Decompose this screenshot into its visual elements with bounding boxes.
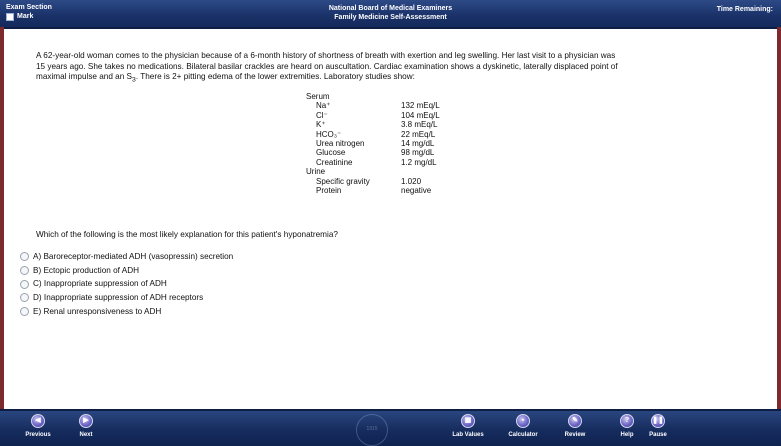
pause-icon[interactable]: ❚❚ <box>651 414 665 428</box>
option-text[interactable]: Baroreceptor-mediated ADH (vasopressin) … <box>43 250 233 264</box>
lab-name: Specific gravity <box>316 176 370 186</box>
stem-line-2: 15 years ago. She takes no medications. … <box>36 61 618 71</box>
question-prompt: Which of the following is the most likel… <box>36 230 338 239</box>
option-text[interactable]: Inappropriate suppression of ADH recepto… <box>44 291 203 305</box>
lab-name: K⁺ <box>316 120 326 130</box>
option-letter[interactable]: E) <box>33 305 41 319</box>
lab-row: Cl⁻ 104 mEq/L <box>306 111 491 120</box>
calculator-icon[interactable]: ▪ <box>516 414 530 428</box>
answer-option-e[interactable]: E) Renal unresponsiveness to ADH <box>20 305 233 319</box>
lab-value: 22 mEq/L <box>401 129 436 139</box>
exam-title-block: National Board of Medical Examiners Fami… <box>0 4 781 22</box>
lab-name: Urea nitrogen <box>316 139 365 149</box>
bottom-toolbar: 1915 ◀ Previous ▶ Next ▦ Lab Values ▪ Ca… <box>0 409 781 446</box>
next-button[interactable]: ▶ Next <box>64 414 108 438</box>
lab-name: Creatinine <box>316 157 353 167</box>
lab-value: 1.2 mg/dL <box>401 157 437 167</box>
review-label[interactable]: Review <box>553 432 597 438</box>
right-arrow-icon[interactable]: ▶ <box>79 414 93 428</box>
answer-option-b[interactable]: B) Ectopic production of ADH <box>20 264 233 278</box>
radio-button[interactable] <box>20 252 29 262</box>
left-arrow-icon[interactable]: ◀ <box>31 414 45 428</box>
lab-row: HCO₃⁻ 22 mEq/L <box>306 130 491 139</box>
lab-flask-icon[interactable]: ▦ <box>461 414 475 428</box>
option-text[interactable]: Inappropriate suppression of ADH <box>44 277 167 291</box>
lab-value: 98 mg/dL <box>401 148 435 158</box>
lab-row: Specific gravity 1.020 <box>306 177 491 186</box>
next-label[interactable]: Next <box>64 432 108 438</box>
lab-row: Glucose 98 mg/dL <box>306 148 491 157</box>
lab-row: Protein negative <box>306 186 491 195</box>
assessment-name: Family Medicine Self-Assessment <box>334 14 447 21</box>
option-text[interactable]: Renal unresponsiveness to ADH <box>43 305 161 319</box>
answer-option-d[interactable]: D) Inappropriate suppression of ADH rece… <box>20 291 233 305</box>
org-name: National Board of Medical Examiners <box>328 5 453 12</box>
seal-text: 1915 <box>366 426 378 432</box>
lab-row: Creatinine 1.2 mg/dL <box>306 158 491 167</box>
stem-line-3-end: . There is 2+ pitting edema of the lower… <box>135 72 415 82</box>
question-stem: A 62-year-old woman comes to the physici… <box>36 51 746 86</box>
right-edge-stripe <box>777 27 781 409</box>
previous-label[interactable]: Previous <box>16 432 60 438</box>
stem-line-3-text: maximal impulse and an S <box>36 72 133 82</box>
stem-line-3: maximal impulse and an S3. There is 2+ p… <box>36 72 746 86</box>
lab-values-label[interactable]: Lab Values <box>446 432 490 438</box>
lab-name: Na⁺ <box>316 101 331 111</box>
radio-button[interactable] <box>20 293 29 303</box>
calculator-button[interactable]: ▪ Calculator <box>501 414 545 438</box>
lab-row: Urea nitrogen 14 mg/dL <box>306 139 491 148</box>
calculator-label[interactable]: Calculator <box>501 432 545 438</box>
title-bar: Exam Section Mark National Board of Medi… <box>0 0 781 29</box>
answer-option-a[interactable]: A) Baroreceptor-mediated ADH (vasopressi… <box>20 250 233 264</box>
lab-value: 1.020 <box>401 176 422 186</box>
radio-button[interactable] <box>20 266 29 276</box>
help-icon[interactable]: ? <box>620 414 634 428</box>
answer-options: A) Baroreceptor-mediated ADH (vasopressi… <box>20 250 233 319</box>
lab-value: 3.8 mEq/L <box>401 120 438 130</box>
lab-value: 14 mg/dL <box>401 139 435 149</box>
stem-line-1: A 62-year-old woman comes to the physici… <box>36 51 616 60</box>
time-remaining-label: Time Remaining: <box>716 6 773 13</box>
lab-values-button[interactable]: ▦ Lab Values <box>446 414 490 438</box>
answer-option-c[interactable]: C) Inappropriate suppression of ADH <box>20 277 233 291</box>
nbme-seal-icon: 1915 <box>356 414 388 446</box>
lab-value: 104 mEq/L <box>401 110 440 120</box>
lab-name: Cl⁻ <box>316 110 328 120</box>
radio-button[interactable] <box>20 279 29 289</box>
lab-row: Na⁺ 132 mEq/L <box>306 101 491 110</box>
lab-value: 132 mEq/L <box>401 101 440 111</box>
pause-label[interactable]: Pause <box>636 432 680 438</box>
review-icon[interactable]: ✎ <box>568 414 582 428</box>
urine-heading: Urine <box>306 167 326 177</box>
lab-row: K⁺ 3.8 mEq/L <box>306 120 491 129</box>
pause-button[interactable]: ❚❚ Pause <box>636 414 680 438</box>
lab-name: Protein <box>316 186 342 196</box>
lab-name: Glucose <box>316 148 346 158</box>
lab-value: negative <box>401 186 432 196</box>
option-letter[interactable]: C) <box>33 277 42 291</box>
option-letter[interactable]: D) <box>33 291 42 305</box>
option-letter[interactable]: B) <box>33 264 41 278</box>
review-button[interactable]: ✎ Review <box>553 414 597 438</box>
previous-button[interactable]: ◀ Previous <box>16 414 60 438</box>
radio-button[interactable] <box>20 307 29 317</box>
lab-name: HCO₃⁻ <box>316 129 342 139</box>
option-text[interactable]: Ectopic production of ADH <box>43 264 139 278</box>
option-letter[interactable]: A) <box>33 250 41 264</box>
serum-heading: Serum <box>306 92 330 101</box>
lab-values-table: Serum Na⁺ 132 mEq/L Cl⁻ 104 mEq/L K⁺ 3.8 mE… <box>306 92 491 195</box>
left-edge-stripe <box>0 27 4 409</box>
